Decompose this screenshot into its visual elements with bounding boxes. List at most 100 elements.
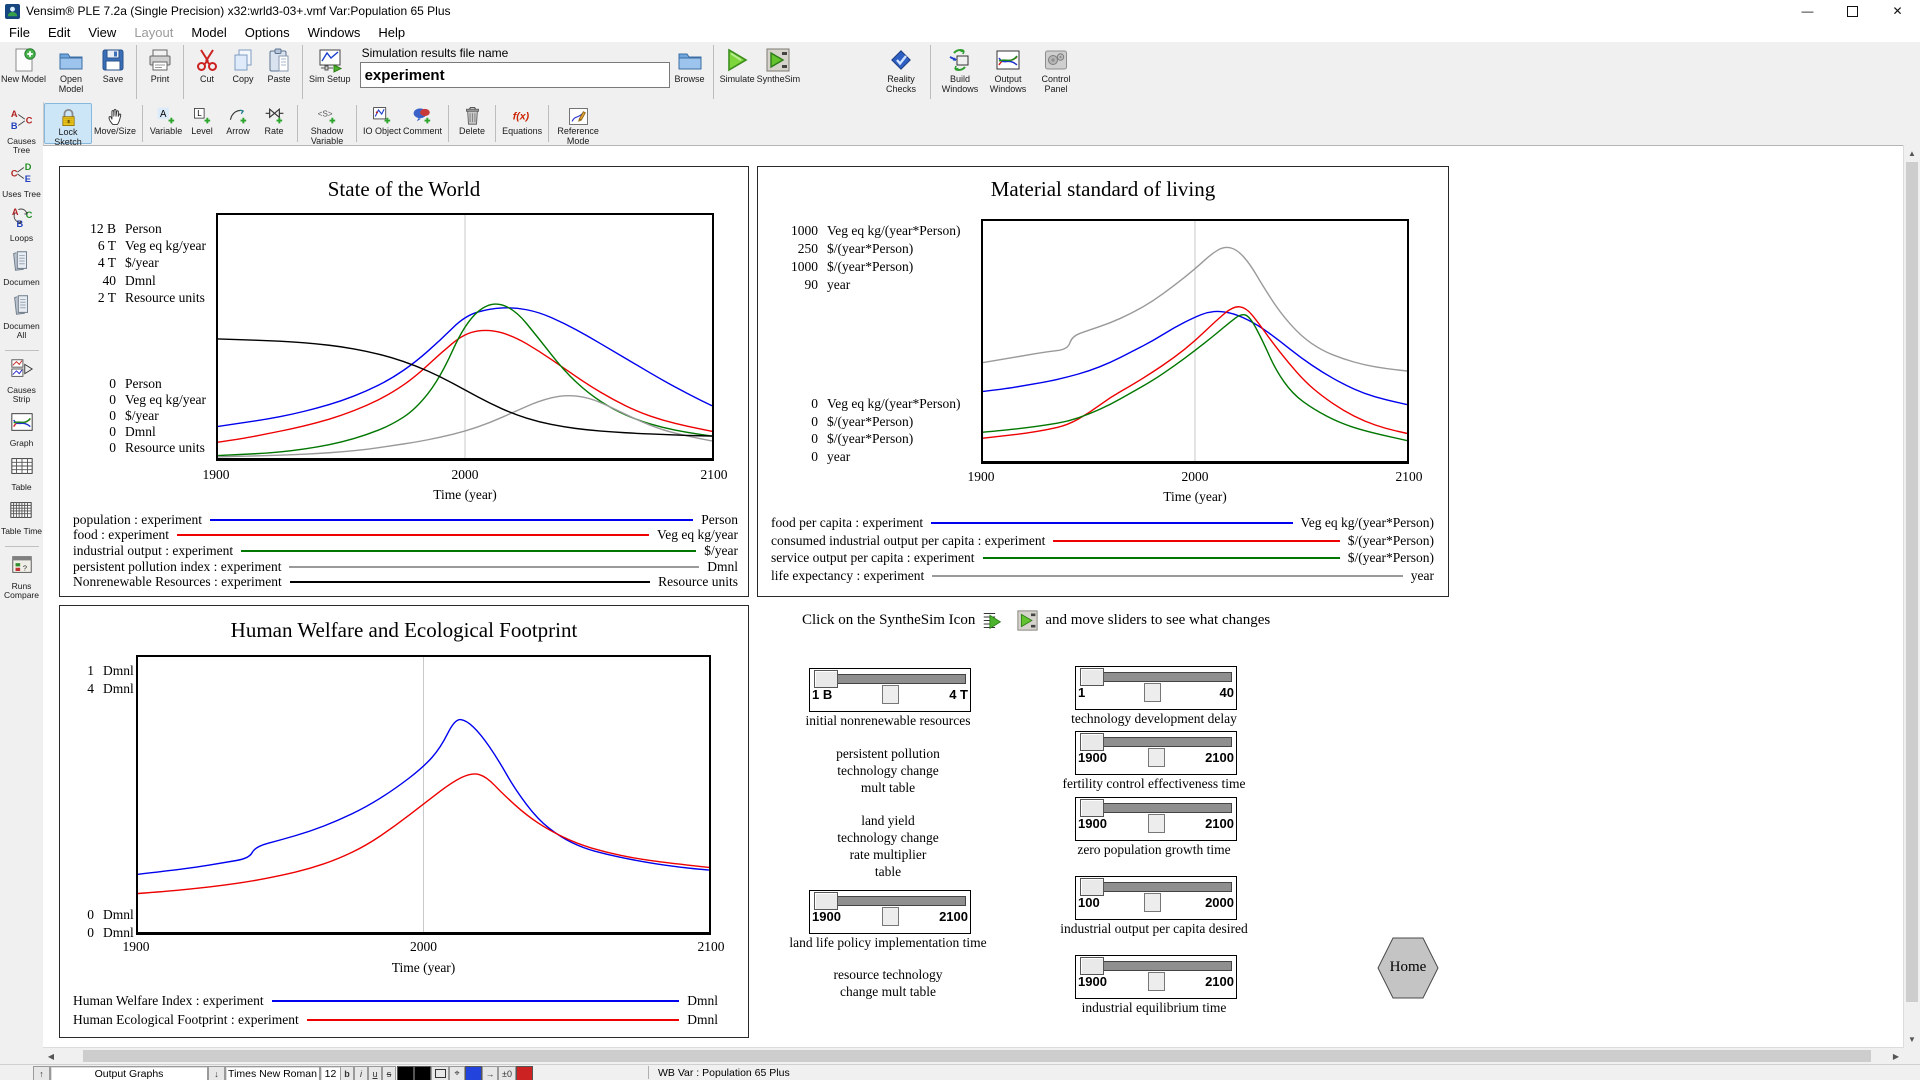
new-model-button[interactable]: New Model xyxy=(1,43,46,101)
save-button[interactable]: Save xyxy=(96,43,130,101)
scroll-up-arrow[interactable]: ▲ xyxy=(1904,145,1920,161)
slider-track[interactable] xyxy=(814,674,966,684)
lock-sketch-button[interactable]: Lock Sketch xyxy=(44,103,92,144)
axis-value: 4 T xyxy=(74,255,116,272)
style-b-button[interactable]: b xyxy=(340,1066,354,1080)
slider-track[interactable] xyxy=(1080,961,1232,971)
menu-help[interactable]: Help xyxy=(369,24,414,41)
variable-button[interactable]: AVariable xyxy=(149,103,183,144)
slider-industrial-output-per-capita-desired[interactable]: 1002000 xyxy=(1075,876,1237,920)
io-object-button[interactable]: IO Object xyxy=(363,103,401,144)
position-tool-button[interactable]: ⌖ xyxy=(449,1066,465,1080)
vertical-scroll-thumb[interactable] xyxy=(1906,162,1918,1002)
rate-button[interactable]: Rate xyxy=(257,103,291,144)
font-selector-down-button[interactable]: ↓ xyxy=(208,1066,225,1080)
slider-zero-population-growth-time[interactable]: 19002100 xyxy=(1075,797,1237,841)
copy-button[interactable]: Copy xyxy=(226,43,260,101)
slider-track[interactable] xyxy=(1080,737,1232,747)
menu-edit[interactable]: Edit xyxy=(39,24,79,41)
close-button[interactable]: ✕ xyxy=(1875,0,1920,22)
slider-handle[interactable] xyxy=(814,892,838,910)
menu-layout[interactable]: Layout xyxy=(125,24,182,41)
vertical-scrollbar[interactable]: ▲ ▼ xyxy=(1903,145,1920,1047)
browse-button[interactable]: Browse xyxy=(673,43,707,101)
sim-setup-button[interactable]: Sim Setup xyxy=(309,43,351,101)
sidebar-item-uses-tree[interactable]: CDEUses Tree xyxy=(2,161,41,199)
reality-checks-button[interactable]: Reality Checks xyxy=(878,43,924,101)
text-color-swatch[interactable] xyxy=(397,1066,414,1080)
slider-handle[interactable] xyxy=(1080,799,1104,817)
menu-view[interactable]: View xyxy=(79,24,125,41)
shadow-variable-button[interactable]: <S>Shadow Variable xyxy=(304,103,350,144)
line-color-swatch[interactable] xyxy=(465,1066,482,1080)
style-s-button[interactable]: s xyxy=(382,1066,396,1080)
scroll-left-arrow[interactable]: ◀ xyxy=(43,1048,59,1064)
scroll-right-arrow[interactable]: ▶ xyxy=(1888,1048,1904,1064)
build-windows-button[interactable]: Build Windows xyxy=(937,43,983,101)
sidebar-item-runs-compare[interactable]: ?Runs Compare xyxy=(1,553,43,600)
simulate-button[interactable]: Simulate xyxy=(720,43,755,101)
sidebar-item-causes-tree[interactable]: ABCCauses Tree xyxy=(1,108,43,155)
shadow-variable-label: Shadow Variable xyxy=(304,127,350,146)
arrow-label: Arrow xyxy=(226,127,250,137)
arrow-style-button[interactable]: → xyxy=(482,1066,498,1080)
arrow-button[interactable]: Arrow xyxy=(221,103,255,144)
slider-land-life-policy-implementation-time[interactable]: 19002100 xyxy=(809,890,971,934)
slider-track[interactable] xyxy=(1080,803,1232,813)
slider-handle[interactable] xyxy=(1080,668,1104,686)
paste-button[interactable]: Paste xyxy=(262,43,296,101)
level-button[interactable]: LLevel xyxy=(185,103,219,144)
minimize-button[interactable]: — xyxy=(1785,0,1830,22)
marker-color-swatch[interactable] xyxy=(516,1066,533,1080)
slider-industrial-equilibrium-time[interactable]: 19002100 xyxy=(1075,955,1237,999)
style-u-button[interactable]: u xyxy=(368,1066,382,1080)
maximize-button[interactable] xyxy=(1830,0,1875,22)
menu-windows[interactable]: Windows xyxy=(299,24,370,41)
numeric-format-button[interactable]: ±0 xyxy=(498,1066,516,1080)
equations-button[interactable]: f(x)Equations xyxy=(502,103,542,144)
sim-results-input[interactable] xyxy=(360,62,670,88)
sidebar-item-table-time[interactable]: Table Time xyxy=(1,498,42,536)
graph-selector[interactable]: Output Graphs xyxy=(50,1066,208,1080)
menu-options[interactable]: Options xyxy=(236,24,299,41)
print-button[interactable]: Print xyxy=(143,43,177,101)
slider-handle[interactable] xyxy=(1080,733,1104,751)
font-selector[interactable]: Times New Roman xyxy=(225,1066,320,1080)
output-windows-button[interactable]: Output Windows xyxy=(985,43,1031,101)
slider-handle[interactable] xyxy=(1080,878,1104,896)
home-button[interactable]: Home xyxy=(1377,937,1439,999)
horizontal-scrollbar[interactable]: ◀ ▶ xyxy=(43,1047,1904,1065)
cut-button[interactable]: Cut xyxy=(190,43,224,101)
sidebar-item-table[interactable]: Table xyxy=(10,454,34,492)
menu-file[interactable]: File xyxy=(0,24,39,41)
toolbar-separator xyxy=(930,45,931,99)
slider-handle[interactable] xyxy=(814,670,838,688)
font-size-selector[interactable]: 12 xyxy=(320,1066,341,1080)
sidebar-item-document[interactable]: Documen xyxy=(3,249,39,287)
graph-selector-up-button[interactable]: ↑ xyxy=(33,1066,50,1080)
sidebar-item-document-all[interactable]: Documen All xyxy=(1,293,43,340)
slider-technology-development-delay[interactable]: 140 xyxy=(1075,666,1237,710)
shape-style-button[interactable] xyxy=(431,1066,449,1080)
scroll-down-arrow[interactable]: ▼ xyxy=(1904,1031,1920,1047)
move-size-button[interactable]: Move/Size xyxy=(94,103,136,144)
slider-track[interactable] xyxy=(814,896,966,906)
comment-button[interactable]: Comment xyxy=(403,103,442,144)
delete-button[interactable]: Delete xyxy=(455,103,489,144)
open-model-button[interactable]: Open Model xyxy=(48,43,94,101)
slider-initial-nonrenewable-resources[interactable]: 1 B4 T xyxy=(809,668,971,712)
slider-fertility-control-effectiveness-time[interactable]: 19002100 xyxy=(1075,731,1237,775)
slider-track[interactable] xyxy=(1080,882,1232,892)
synthesim-button[interactable]: SyntheSim xyxy=(757,43,801,101)
sidebar-item-loops[interactable]: ABCLoops xyxy=(10,205,34,243)
sidebar-item-graph[interactable]: Graph xyxy=(10,410,34,448)
sidebar-item-causes-strip[interactable]: Causes Strip xyxy=(1,357,43,404)
reference-mode-button[interactable]: Reference Mode xyxy=(555,103,601,144)
background-color-swatch[interactable] xyxy=(414,1066,431,1080)
style-i-button[interactable]: i xyxy=(354,1066,368,1080)
slider-track[interactable] xyxy=(1080,672,1232,682)
horizontal-scroll-thumb[interactable] xyxy=(83,1050,1871,1062)
menu-model[interactable]: Model xyxy=(182,24,235,41)
slider-handle[interactable] xyxy=(1080,957,1104,975)
control-panel-button[interactable]: Control Panel xyxy=(1033,43,1079,101)
